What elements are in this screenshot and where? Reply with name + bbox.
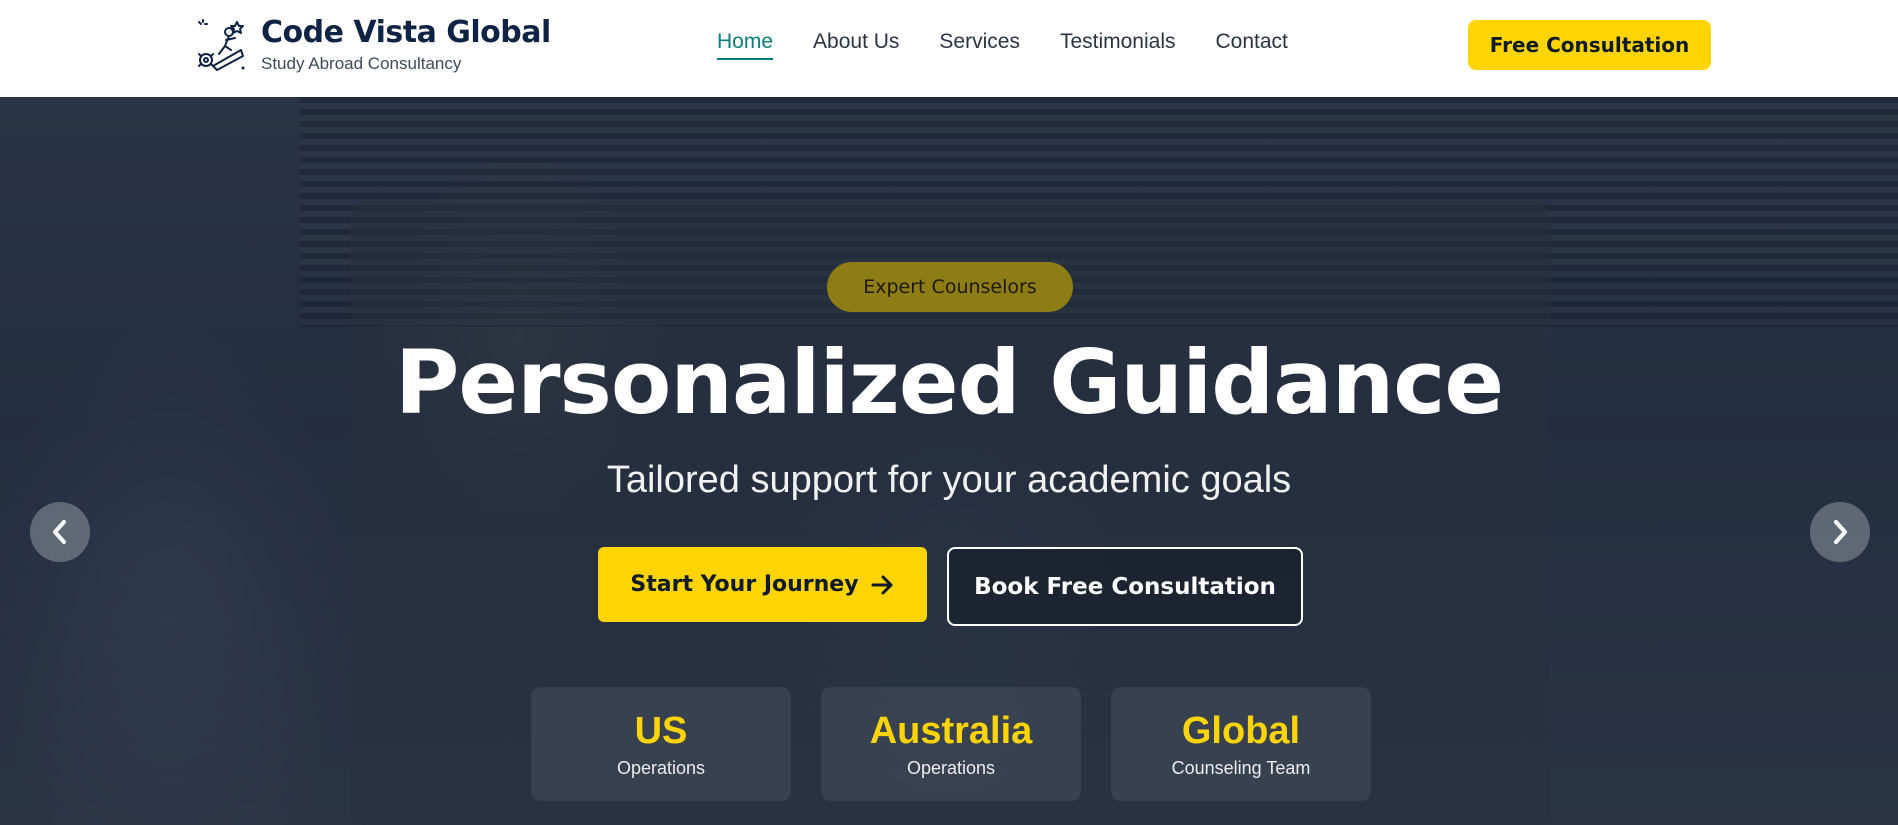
stat-value: Global: [1181, 709, 1301, 752]
slider-prev-button[interactable]: [30, 502, 90, 562]
nav-home[interactable]: Home: [717, 30, 774, 60]
hero-title: Personalized Guidance: [394, 331, 1504, 434]
stat-value: Australia: [869, 709, 1033, 752]
hero-slider: Expert Counselors Personalized Guidance …: [0, 97, 1898, 825]
slider-next-button[interactable]: [1810, 502, 1870, 562]
arrow-right-icon: [871, 575, 893, 594]
start-journey-label: Start Your Journey: [630, 572, 859, 597]
logo[interactable]: Code Vista Global Study Abroad Consultan…: [193, 16, 551, 74]
brand-name: Code Vista Global: [261, 15, 551, 50]
book-free-consultation-button[interactable]: Book Free Consultation: [947, 547, 1303, 626]
nav-contact[interactable]: Contact: [1216, 30, 1288, 60]
stat-value: US: [634, 709, 688, 752]
stat-label: Counseling Team: [1171, 757, 1311, 778]
stat-label: Operations: [906, 757, 996, 778]
hero-subtitle: Tailored support for your academic goals: [606, 459, 1292, 501]
main-nav: Home About Us Services Testimonials Cont…: [717, 30, 1328, 60]
brand-tagline: Study Abroad Consultancy: [261, 54, 462, 73]
graduate-climbing-icon: [198, 19, 245, 71]
nav-about-us[interactable]: About Us: [813, 30, 899, 60]
stat-card-us: US Operations: [531, 687, 791, 801]
start-journey-button[interactable]: Start Your Journey: [598, 547, 927, 622]
site-header: Code Vista Global Study Abroad Consultan…: [0, 0, 1898, 97]
chevron-left-icon: [53, 520, 66, 544]
stat-label: Operations: [616, 757, 706, 778]
free-consultation-button[interactable]: Free Consultation: [1468, 20, 1711, 70]
nav-testimonials[interactable]: Testimonials: [1060, 30, 1176, 60]
nav-services[interactable]: Services: [939, 30, 1020, 60]
stat-card-australia: Australia Operations: [821, 687, 1081, 801]
chevron-right-icon: [1834, 520, 1847, 544]
hero-badge: Expert Counselors: [827, 262, 1073, 312]
stat-card-global: Global Counseling Team: [1111, 687, 1371, 801]
